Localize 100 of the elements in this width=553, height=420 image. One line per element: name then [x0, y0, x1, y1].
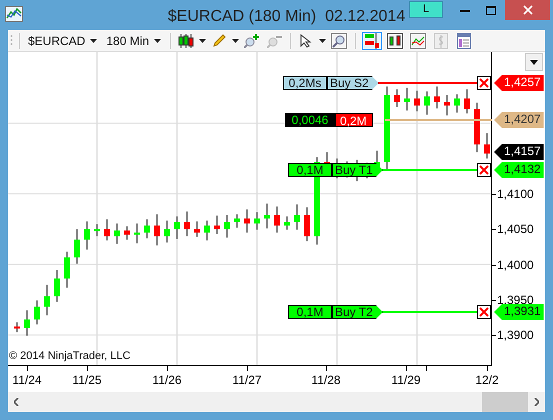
time-axis-label: 11/24 [12, 373, 42, 387]
order-label[interactable]: Buy T2 [332, 305, 383, 319]
zoom-box-button[interactable] [329, 32, 350, 50]
cancel-order-button[interactable] [477, 163, 491, 177]
order-quantity: 0,2Ms [283, 76, 327, 90]
zoom-box-icon [331, 32, 348, 48]
candle [474, 102, 480, 153]
time-axis-label: 11/25 [72, 373, 102, 387]
candle-chart-icon [387, 32, 404, 48]
price-axis-label: 1,4000 [497, 257, 534, 273]
pencil-icon [212, 34, 226, 48]
order-label[interactable]: Buy T1 [332, 163, 383, 177]
candle [24, 310, 30, 336]
time-axis-label: 11/29 [391, 373, 421, 387]
candle [84, 220, 90, 250]
candle [464, 88, 470, 114]
candle [424, 90, 430, 116]
candle [154, 214, 160, 246]
close-icon [479, 307, 489, 317]
line-chart-icon [410, 32, 426, 48]
candle [244, 208, 250, 234]
copyright-text: © 2014 NinjaTrader, LLC [9, 349, 130, 363]
candle [444, 94, 450, 116]
caret-icon [199, 38, 206, 42]
candle [194, 220, 200, 238]
line-chart-button[interactable] [408, 32, 428, 50]
candle [134, 222, 140, 244]
price-axis-label: 1,4050 [497, 221, 534, 237]
zoom-in-icon [244, 34, 260, 48]
scroll-thumb[interactable] [482, 392, 528, 412]
grip-icon [10, 34, 13, 48]
caret-icon [319, 38, 326, 42]
order-bars-icon [364, 32, 380, 48]
candle [454, 94, 460, 114]
caret-icon [90, 38, 98, 42]
time-axis-label: 11/27 [232, 373, 262, 387]
chevron-right-icon [534, 398, 539, 406]
dollar-document-icon [434, 32, 448, 48]
candle [44, 284, 50, 316]
candle [114, 222, 120, 244]
candle [254, 212, 260, 230]
price-axis-label: 1,4100 [497, 186, 534, 202]
candle [34, 300, 40, 325]
chevron-left-icon [14, 398, 19, 406]
candle [434, 86, 440, 109]
candle [14, 322, 20, 333]
cursor-icon [300, 34, 312, 48]
badge-label: L [422, 2, 430, 18]
candlestick-icon [178, 34, 194, 48]
minimize-icon [460, 8, 470, 12]
dropdown-arrow-icon [530, 60, 538, 64]
candle [264, 203, 270, 229]
candle [164, 220, 170, 244]
instrument-dropdown[interactable]: $EURCAD [26, 32, 100, 50]
candle [394, 88, 400, 108]
interval-dropdown[interactable]: 180 Min [102, 32, 166, 50]
table-icon [457, 32, 472, 48]
candlestick-button[interactable] [176, 32, 196, 50]
order-quantity: 0,1M [288, 305, 332, 319]
close-icon [479, 78, 489, 88]
candle [64, 251, 70, 288]
candle [404, 87, 410, 111]
candle [174, 216, 180, 240]
close-icon [522, 5, 532, 15]
bar-chart-button[interactable] [385, 32, 406, 50]
zoom-out-icon [267, 34, 284, 48]
close-icon [479, 165, 489, 175]
order-bars-button[interactable] [362, 32, 382, 50]
candle [204, 220, 210, 241]
cancel-order-button[interactable] [477, 305, 491, 319]
profit-label: 0,0046 [285, 113, 335, 127]
position-quantity[interactable]: 0,2M [335, 113, 373, 127]
caret-icon [232, 38, 240, 42]
candle [284, 216, 290, 230]
candle [274, 206, 280, 234]
candle [224, 214, 230, 238]
time-axis-label: 11/26 [152, 373, 182, 387]
candle [184, 210, 190, 237]
maximize-icon [486, 6, 496, 14]
candle [54, 270, 60, 302]
price-tag: 1,3931 [494, 304, 544, 320]
order-quantity: 0,1M [288, 163, 332, 177]
candle [124, 226, 130, 240]
cancel-order-button[interactable] [477, 76, 491, 90]
price-tag: 1,4157 [494, 144, 544, 160]
candle [104, 218, 110, 241]
price-tag: 1,4207 [494, 112, 544, 128]
window-title: $EURCAD (180 Min) 02.12.2014 [168, 7, 406, 27]
price-tag: 1,4132 [494, 162, 544, 178]
order-label[interactable]: Buy S2 [327, 76, 379, 90]
price-axis-label: 1,3950 [497, 292, 534, 307]
price-tag: 1,4257 [494, 75, 544, 91]
time-axis-label: 12/2 [475, 373, 499, 387]
candle [304, 206, 310, 242]
dropdown-button[interactable] [525, 53, 543, 71]
caret-icon [154, 38, 162, 42]
candle [94, 224, 100, 237]
candle [234, 214, 240, 228]
candle [294, 204, 300, 230]
close-button[interactable] [505, 0, 550, 20]
